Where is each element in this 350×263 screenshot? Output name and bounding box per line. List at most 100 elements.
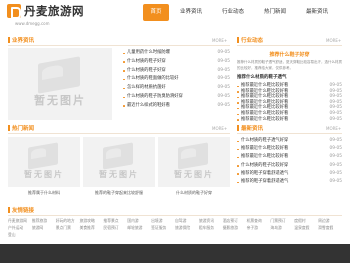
headline-description: 推荐什么材质的鞋子透气舒适，夏天穿鞋比较容易出汗，选什么材质的比较好，推荐给大家…: [237, 60, 342, 70]
list-item[interactable]: 儿童用药什么时候防爆 09-05: [123, 49, 230, 57]
site-name: 丹麦旅游网: [24, 4, 84, 18]
site-url: www.dmegg.com: [15, 21, 50, 26]
friend-link[interactable]: 户外运动: [8, 225, 23, 231]
hot-news-card-caption[interactable]: 什么材质的鞋子好穿: [158, 190, 230, 196]
friend-link[interactable]: 国内游: [127, 218, 138, 224]
friend-link[interactable]: 邮轮旅游: [127, 225, 142, 231]
friend-link[interactable]: 旅游网: [32, 225, 43, 231]
friend-link[interactable]: 好玩的地方: [56, 218, 75, 224]
list-item-title[interactable]: 儿童用药什么时候防爆: [127, 49, 170, 57]
friend-link[interactable]: 摄影旅游: [223, 225, 238, 231]
nav-item-latest-news[interactable]: 最新资讯: [303, 4, 331, 21]
site-logo[interactable]: 丹麦旅游网 www.dmegg.com: [7, 3, 84, 26]
list-item[interactable]: 最近什么样式的鞋好看 09-05: [123, 102, 230, 110]
list-item[interactable]: 推荐最近什么鞋比较好看 09-05: [237, 153, 342, 161]
list-item-title[interactable]: 什么材质的鞋子比较好穿: [241, 162, 288, 170]
list-item-title[interactable]: 什么材质的鞋面做的比较好: [127, 75, 179, 83]
list-item-date: 09-05: [217, 67, 231, 73]
friend-link[interactable]: 民宿预订: [103, 225, 118, 231]
list-item-date: 09-05: [217, 76, 231, 82]
friend-link[interactable]: 丹麦旅游网: [8, 218, 27, 224]
friend-link[interactable]: 机票查询: [247, 218, 262, 224]
friend-link[interactable]: 旅游攻略: [80, 218, 95, 224]
industry-news-image[interactable]: 暂无图片: [8, 48, 112, 120]
friend-link[interactable]: 登山: [8, 232, 16, 238]
list-item-title[interactable]: 推荐最近什么鞋比较好看: [241, 145, 288, 153]
list-item-date: 09-05: [217, 94, 231, 99]
list-item[interactable]: 推荐的鞋子穿着舒适透气 09-05: [237, 178, 342, 186]
list-item-title[interactable]: 什么材质的鞋子透气好穿: [241, 137, 288, 145]
friend-link[interactable]: 美食推荐: [80, 225, 95, 231]
list-item[interactable]: 什么材质的鞋子防臭防滑好穿 09-05: [123, 93, 230, 101]
list-item[interactable]: 什么材质的鞋子好穿 09-05: [123, 67, 230, 75]
nav-item-industry-trends[interactable]: 行业动态: [219, 4, 247, 21]
bullet-icon: [237, 165, 239, 167]
list-item[interactable]: 推荐最近什么鞋比较好看 09-05: [237, 145, 342, 153]
bullet-icon: [237, 173, 239, 175]
list-item-title[interactable]: 什么材质的鞋子好穿: [127, 58, 166, 66]
friend-link[interactable]: 出境游: [151, 218, 162, 224]
industry-trends-more-link[interactable]: MORE+: [326, 38, 341, 43]
list-item[interactable]: 推荐的鞋子穿着舒适透气 09-05: [237, 170, 342, 178]
industry-news-more-link[interactable]: MORE+: [212, 38, 227, 43]
list-item[interactable]: 什么材质的鞋子比较好穿 09-05: [237, 162, 342, 170]
bullet-icon: [237, 181, 239, 183]
friend-link[interactable]: 签证服务: [151, 225, 166, 231]
list-item-title[interactable]: 推荐最近什么鞋比较好看: [241, 116, 288, 124]
headline-subtitle[interactable]: 推荐什么材质的鞋子透气: [237, 74, 287, 80]
list-item-title[interactable]: 什么材质的鞋子防臭防滑好穿: [127, 93, 183, 101]
image-placeholder-icon: [28, 142, 58, 170]
image-placeholder-text: 暂无图片: [24, 169, 64, 179]
friend-link[interactable]: 推荐旅游: [32, 218, 47, 224]
list-item-title[interactable]: 怎么样的材质抗菌好: [127, 84, 166, 92]
list-item[interactable]: 什么材质的鞋面做的比较好 09-05: [123, 75, 230, 83]
list-item-date: 09-05: [217, 85, 231, 91]
list-item-title[interactable]: 推荐的鞋子穿着舒适透气: [241, 170, 288, 178]
list-item-title[interactable]: 什么材质的鞋子好穿: [127, 67, 166, 75]
hot-news-card-image[interactable]: 暂无图片: [158, 137, 230, 187]
nav-item-home[interactable]: 首页: [143, 4, 169, 21]
logo-icon: [7, 4, 21, 19]
list-item[interactable]: 什么材质的鞋子好穿 09-05: [123, 58, 230, 66]
list-item-date: 09-05: [329, 162, 343, 168]
friend-link[interactable]: 租车服务: [199, 225, 214, 231]
friend-link[interactable]: 酒店预订: [223, 218, 238, 224]
bullet-icon: [237, 148, 239, 151]
bullet-icon: [123, 78, 125, 81]
friend-link[interactable]: 温泉度假: [294, 225, 309, 231]
image-placeholder-icon: [38, 56, 80, 94]
list-item-title[interactable]: 最近什么样式的鞋好看: [127, 102, 170, 110]
list-item-date: 09-05: [329, 116, 343, 122]
nav-item-industry-news[interactable]: 业界资讯: [177, 4, 205, 21]
list-item[interactable]: 推荐最近什么鞋比较好看 09-05: [237, 116, 342, 124]
industry-news-title: 业界资讯: [8, 36, 34, 44]
friend-link[interactable]: 旅游保险: [175, 225, 190, 231]
nav-item-hot-news[interactable]: 热门新闻: [261, 4, 289, 21]
friend-link[interactable]: 自驾游: [175, 218, 186, 224]
hot-news-card-image[interactable]: 暂无图片: [8, 137, 80, 187]
list-item[interactable]: 什么材质的鞋子透气好穿 09-05: [237, 137, 342, 145]
bullet-icon: [123, 61, 125, 63]
list-item-title[interactable]: 推荐的鞋子穿着舒适透气: [241, 178, 288, 186]
hot-news-title: 热门新闻: [8, 124, 34, 132]
friend-link[interactable]: 周边游: [318, 218, 329, 224]
friend-link[interactable]: 旅游资讯: [199, 218, 214, 224]
friend-link[interactable]: 门票预订: [270, 218, 285, 224]
list-item[interactable]: 怎么样的材质抗菌好 09-05: [123, 84, 230, 92]
headline-title[interactable]: 推荐什么鞋子好穿: [237, 51, 342, 58]
hot-news-more-link[interactable]: MORE+: [212, 126, 227, 131]
section-divider: [8, 45, 230, 46]
hot-news-card-caption[interactable]: 推荐的鞋子穿起来比较舒服: [83, 190, 155, 196]
friend-link[interactable]: 推荐景点: [103, 218, 118, 224]
latest-news-more-link[interactable]: MORE+: [326, 126, 341, 131]
friend-link[interactable]: 景点门票: [56, 225, 71, 231]
hot-news-card-image[interactable]: 暂无图片: [83, 137, 155, 187]
friend-link[interactable]: 度假村: [294, 218, 305, 224]
friend-link[interactable]: 滑雪度假: [318, 225, 333, 231]
page-footer: [0, 244, 350, 263]
friend-link[interactable]: 亲子游: [247, 225, 258, 231]
friend-link[interactable]: 海岛游: [270, 225, 281, 231]
hot-news-card-caption[interactable]: 推荐属于什么材料: [8, 190, 80, 196]
list-item-title[interactable]: 推荐最近什么鞋比较好看: [241, 153, 288, 161]
image-placeholder-text: 暂无图片: [174, 169, 214, 179]
